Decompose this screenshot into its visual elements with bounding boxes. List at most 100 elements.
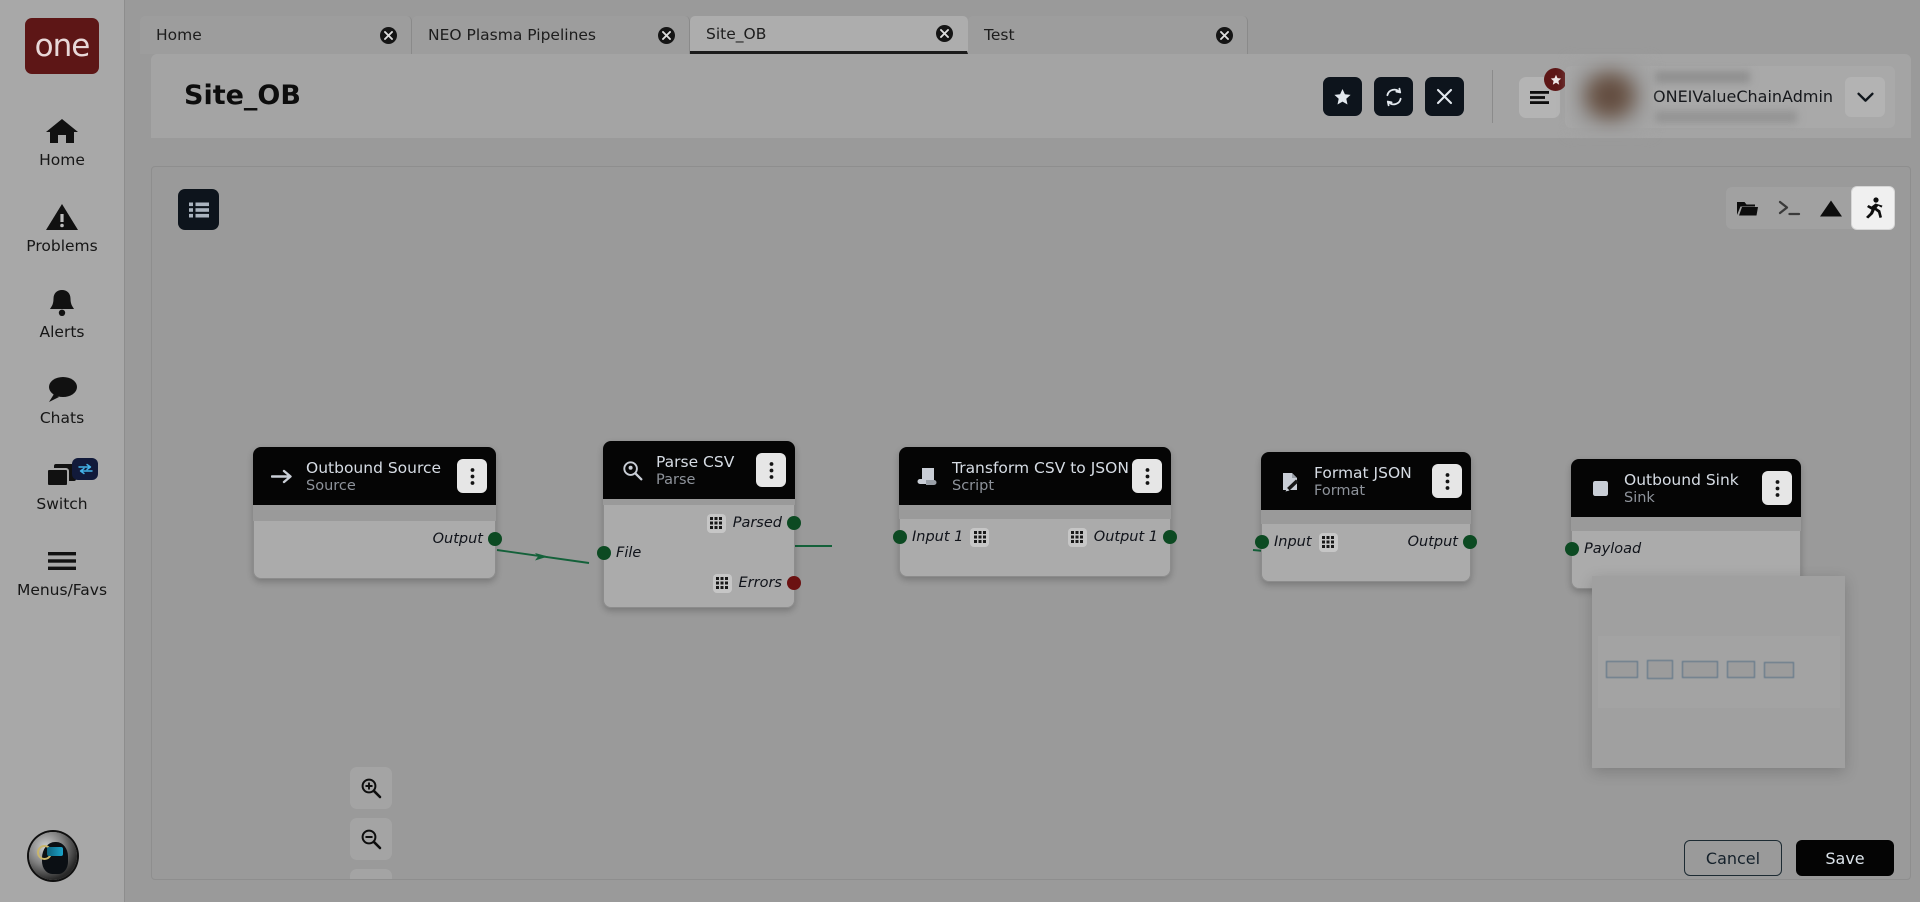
- node-menu-button[interactable]: [457, 459, 487, 493]
- terminal-prompt-icon: [1778, 200, 1800, 216]
- node-subtitle: Source: [306, 477, 356, 494]
- node-menu-button[interactable]: [1762, 471, 1792, 505]
- node-port-label: Output 1: [1093, 529, 1158, 545]
- user-menu-toggle[interactable]: [1845, 77, 1885, 117]
- user-meta-redacted-top: [1655, 71, 1750, 83]
- input-port-dot[interactable]: [1255, 535, 1269, 549]
- sidebar-item-home[interactable]: Home: [0, 98, 124, 184]
- sidebar-item-problems-label: Problems: [26, 236, 98, 255]
- kebab-menu-icon: [1145, 467, 1149, 485]
- user-account-box[interactable]: ONEIValueChainAdmin: [1565, 62, 1895, 132]
- list-view-button[interactable]: [178, 189, 219, 230]
- hamburger-menu-icon: [1530, 91, 1549, 104]
- page-header-panel: Site_OB ONEIValueChainAdmin: [151, 54, 1911, 138]
- redacted-item[interactable]: [1727, 661, 1755, 678]
- tab-site-ob-label: Site_OB: [706, 24, 767, 43]
- node-port-label: Input: [1274, 534, 1312, 550]
- swap-arrows-icon[interactable]: [72, 458, 98, 480]
- tab-test[interactable]: Test: [968, 16, 1248, 54]
- script-scroll-icon: [913, 466, 943, 487]
- redacted-item[interactable]: [1682, 661, 1718, 678]
- node-menu-button[interactable]: [1432, 464, 1462, 498]
- star-icon: [1334, 88, 1351, 104]
- output-port-dot[interactable]: [787, 516, 801, 530]
- kebab-menu-icon: [769, 461, 773, 479]
- header-divider: [1492, 70, 1493, 123]
- close-x-icon: [1436, 88, 1453, 105]
- close-icon[interactable]: [380, 26, 397, 44]
- brand-logo[interactable]: one: [25, 18, 99, 74]
- node-subtitle: Parse: [656, 471, 696, 488]
- node-outbound-sink[interactable]: Outbound Sink Sink Payload: [1565, 459, 1801, 589]
- node-port-label: Errors: [738, 575, 782, 591]
- tab-neo-plasma-pipelines[interactable]: NEO Plasma Pipelines: [412, 16, 690, 54]
- sidebar-item-chats-label: Chats: [39, 408, 85, 427]
- star-badge-icon: [1544, 68, 1567, 91]
- redacted-context-popup[interactable]: [1592, 576, 1845, 768]
- header-menu-button[interactable]: [1519, 68, 1567, 118]
- node-outbound-source[interactable]: Outbound Source Source Output: [253, 447, 502, 579]
- redacted-item[interactable]: [1647, 660, 1673, 679]
- close-icon[interactable]: [936, 25, 953, 42]
- favorite-button[interactable]: [1323, 77, 1362, 116]
- node-output-port-row: Errors: [604, 565, 801, 601]
- node-format-json[interactable]: Format JSON Format Input Output: [1255, 452, 1477, 582]
- output-port-dot[interactable]: [1463, 535, 1477, 549]
- tab-site-ob[interactable]: Site_OB: [690, 16, 968, 54]
- brand-logo-text: one: [34, 27, 91, 64]
- sidebar-item-alerts[interactable]: Alerts: [0, 270, 124, 356]
- close-panel-button[interactable]: [1425, 77, 1464, 116]
- sidebar-item-alerts-label: Alerts: [39, 322, 85, 341]
- home-icon: [45, 114, 79, 148]
- avatar: [1571, 62, 1649, 132]
- input-port-dot[interactable]: [597, 546, 611, 560]
- node-title: Parse CSV: [656, 452, 735, 471]
- zoom-in-button[interactable]: [350, 767, 392, 809]
- node-port-label: File: [616, 545, 642, 561]
- cancel-button[interactable]: Cancel: [1684, 840, 1782, 876]
- refresh-button[interactable]: [1374, 77, 1413, 116]
- redacted-item[interactable]: [1764, 661, 1794, 678]
- grid-schema-icon: [970, 527, 990, 547]
- left-navigation-rail: one Home Problems Alerts Chats Switch Me…: [0, 0, 125, 902]
- node-parse-csv[interactable]: Parse CSV Parse Parsed File Errors: [597, 441, 801, 608]
- node-header: Outbound Sink Sink: [1571, 459, 1801, 517]
- input-port-dot[interactable]: [893, 530, 907, 544]
- output-port-dot[interactable]: [488, 532, 502, 546]
- sidebar-item-switch[interactable]: Switch: [0, 442, 124, 528]
- grid-schema-icon: [706, 513, 726, 533]
- error-output-port-dot[interactable]: [787, 576, 801, 590]
- deploy-button[interactable]: [1810, 187, 1852, 229]
- close-icon[interactable]: [1216, 26, 1233, 44]
- node-transform-csv-to-json[interactable]: Transform CSV to JSON Script Input 1 Out…: [893, 447, 1177, 577]
- ai-assistant-orb-icon[interactable]: [29, 832, 77, 880]
- sidebar-item-menus-favs[interactable]: Menus/Favs: [0, 528, 124, 614]
- sidebar-item-chats[interactable]: Chats: [0, 356, 124, 442]
- node-body: Parsed File Errors: [597, 505, 801, 608]
- redacted-item[interactable]: [1606, 661, 1638, 678]
- sidebar-item-menus-favs-label: Menus/Favs: [16, 580, 108, 599]
- pipeline-canvas[interactable]: Outbound Source Source Output Parse CSV …: [151, 166, 1911, 880]
- arrow-right-icon: [267, 468, 297, 485]
- grid-schema-icon: [712, 573, 732, 593]
- user-meta-redacted-bottom: [1655, 111, 1797, 123]
- save-button[interactable]: Save: [1796, 840, 1894, 876]
- grid-schema-icon: [1067, 527, 1087, 547]
- run-button[interactable]: [1852, 187, 1894, 229]
- list-view-icon: [188, 202, 209, 217]
- console-button[interactable]: [1768, 187, 1810, 229]
- close-icon[interactable]: [658, 26, 675, 44]
- open-folder-button[interactable]: [1726, 187, 1768, 229]
- tab-home[interactable]: Home: [140, 16, 412, 54]
- output-port-dot[interactable]: [1163, 530, 1177, 544]
- node-menu-button[interactable]: [756, 453, 786, 487]
- sidebar-item-problems[interactable]: Problems: [0, 184, 124, 270]
- footer-actions: Cancel Save: [1684, 840, 1894, 876]
- header-action-buttons: [1323, 77, 1464, 116]
- input-port-dot[interactable]: [1565, 542, 1579, 556]
- fit-to-screen-button[interactable]: [350, 869, 392, 879]
- node-header: Outbound Source Source: [253, 447, 496, 505]
- zoom-out-button[interactable]: [350, 818, 392, 860]
- node-input-port-row: Payload: [1565, 531, 1800, 567]
- node-menu-button[interactable]: [1132, 459, 1162, 493]
